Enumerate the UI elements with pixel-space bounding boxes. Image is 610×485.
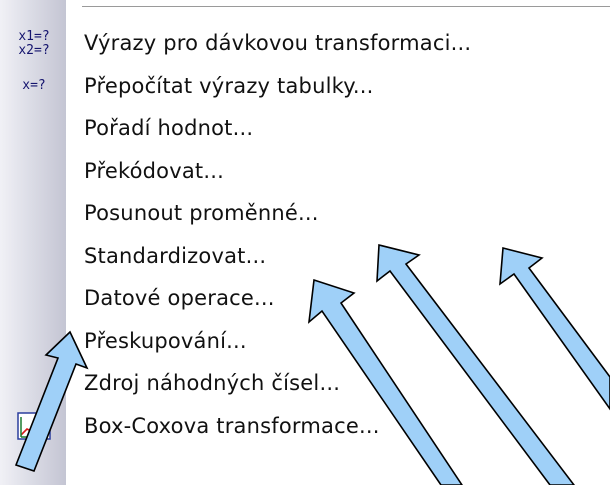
annotation-arrow-right — [499, 246, 610, 411]
annotation-arrows-layer — [14, 243, 610, 485]
annotation-arrow-left — [14, 330, 89, 472]
annotation-arrow-shift-variables — [376, 243, 576, 485]
screenshot-stage: x1=? x2=? Výrazy pro dávkovou transforma… — [0, 0, 610, 485]
